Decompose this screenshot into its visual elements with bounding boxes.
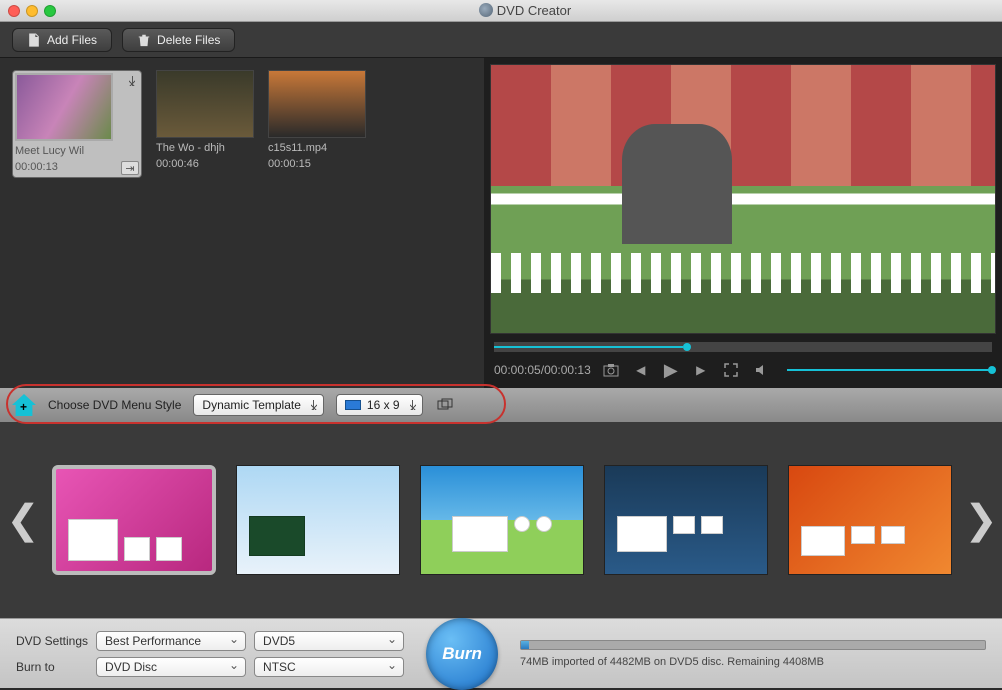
eject-icon[interactable]: ⇥ — [121, 161, 139, 175]
main-area: Meet Lucy Wil 00:00:13 ⇥ The Wo - dhjh 0… — [0, 58, 1002, 388]
volume-slider[interactable] — [787, 369, 992, 371]
clip-name: Meet Lucy Wil — [15, 145, 139, 157]
clip-item[interactable]: Meet Lucy Wil 00:00:13 ⇥ — [12, 70, 142, 178]
clip-thumbnail — [156, 70, 254, 138]
minimize-icon[interactable] — [26, 5, 38, 17]
scrub-bar[interactable] — [494, 342, 992, 352]
trash-icon — [137, 33, 151, 47]
aspect-select[interactable]: 16 x 9 — [336, 394, 423, 416]
screen-icon — [345, 400, 361, 410]
time-display: 00:00:05/00:00:13 — [494, 363, 591, 377]
menu-style-label: Choose DVD Menu Style — [48, 398, 181, 412]
titlebar: DVD Creator — [0, 0, 1002, 22]
next-templates-icon[interactable]: ❯ — [970, 495, 992, 545]
import-progress: 74MB imported of 4482MB on DVD5 disc. Re… — [520, 640, 986, 668]
clip-thumbnail — [15, 73, 113, 141]
clip-name: c15s11.mp4 — [268, 142, 366, 154]
template-item[interactable] — [788, 465, 952, 575]
window-title: DVD Creator — [56, 3, 994, 18]
burn-settings: DVD Settings Best Performance DVD5 Burn … — [16, 631, 404, 677]
clip-duration: 00:00:15 — [268, 158, 366, 170]
window-controls — [8, 5, 56, 17]
template-item[interactable] — [420, 465, 584, 575]
preview-panel: 00:00:05/00:00:13 ◀ ▶ ▶ — [484, 58, 1002, 388]
bottom-bar: DVD Settings Best Performance DVD5 Burn … — [0, 618, 1002, 688]
prev-templates-icon[interactable]: ❮ — [12, 495, 34, 545]
zoom-icon[interactable] — [44, 5, 56, 17]
menu-style-bar: Choose DVD Menu Style Dynamic Template 1… — [0, 388, 1002, 422]
disc-type-select[interactable]: DVD5 — [254, 631, 404, 651]
template-item[interactable] — [236, 465, 400, 575]
template-item[interactable] — [52, 465, 216, 575]
app-logo-icon — [479, 3, 493, 17]
next-icon[interactable]: ▶ — [691, 360, 711, 380]
template-select[interactable]: Dynamic Template — [193, 394, 323, 416]
burn-target-select[interactable]: DVD Disc — [96, 657, 246, 677]
progress-bar — [520, 640, 986, 650]
burn-button[interactable]: Burn — [426, 618, 498, 690]
snapshot-icon[interactable] — [601, 360, 621, 380]
add-file-icon — [27, 33, 41, 47]
clip-name: The Wo - dhjh — [156, 142, 254, 154]
close-icon[interactable] — [8, 5, 20, 17]
expand-icon[interactable] — [435, 395, 455, 415]
template-strip: ❮ ❯ — [0, 422, 1002, 618]
clip-item[interactable]: The Wo - dhjh 00:00:46 — [156, 70, 254, 170]
dvd-settings-label: DVD Settings — [16, 634, 88, 648]
clip-thumbnail — [268, 70, 366, 138]
player-controls: 00:00:05/00:00:13 ◀ ▶ ▶ — [484, 358, 1002, 388]
clip-item[interactable]: c15s11.mp4 00:00:15 — [268, 70, 366, 170]
mute-icon[interactable] — [751, 360, 771, 380]
clip-duration: 00:00:13 — [15, 161, 58, 173]
tv-system-select[interactable]: NTSC — [254, 657, 404, 677]
template-list — [52, 465, 952, 575]
quality-select[interactable]: Best Performance — [96, 631, 246, 651]
add-files-button[interactable]: Add Files — [12, 28, 112, 52]
file-list: Meet Lucy Wil 00:00:13 ⇥ The Wo - dhjh 0… — [0, 58, 484, 388]
delete-files-button[interactable]: Delete Files — [122, 28, 235, 52]
toolbar: Add Files Delete Files — [0, 22, 1002, 58]
video-preview[interactable] — [490, 64, 996, 334]
home-add-icon[interactable] — [12, 394, 36, 416]
progress-text: 74MB imported of 4482MB on DVD5 disc. Re… — [520, 656, 986, 668]
fullscreen-icon[interactable] — [721, 360, 741, 380]
play-icon[interactable]: ▶ — [661, 360, 681, 380]
clip-duration: 00:00:46 — [156, 158, 254, 170]
prev-icon[interactable]: ◀ — [631, 360, 651, 380]
burn-to-label: Burn to — [16, 660, 88, 674]
template-item[interactable] — [604, 465, 768, 575]
